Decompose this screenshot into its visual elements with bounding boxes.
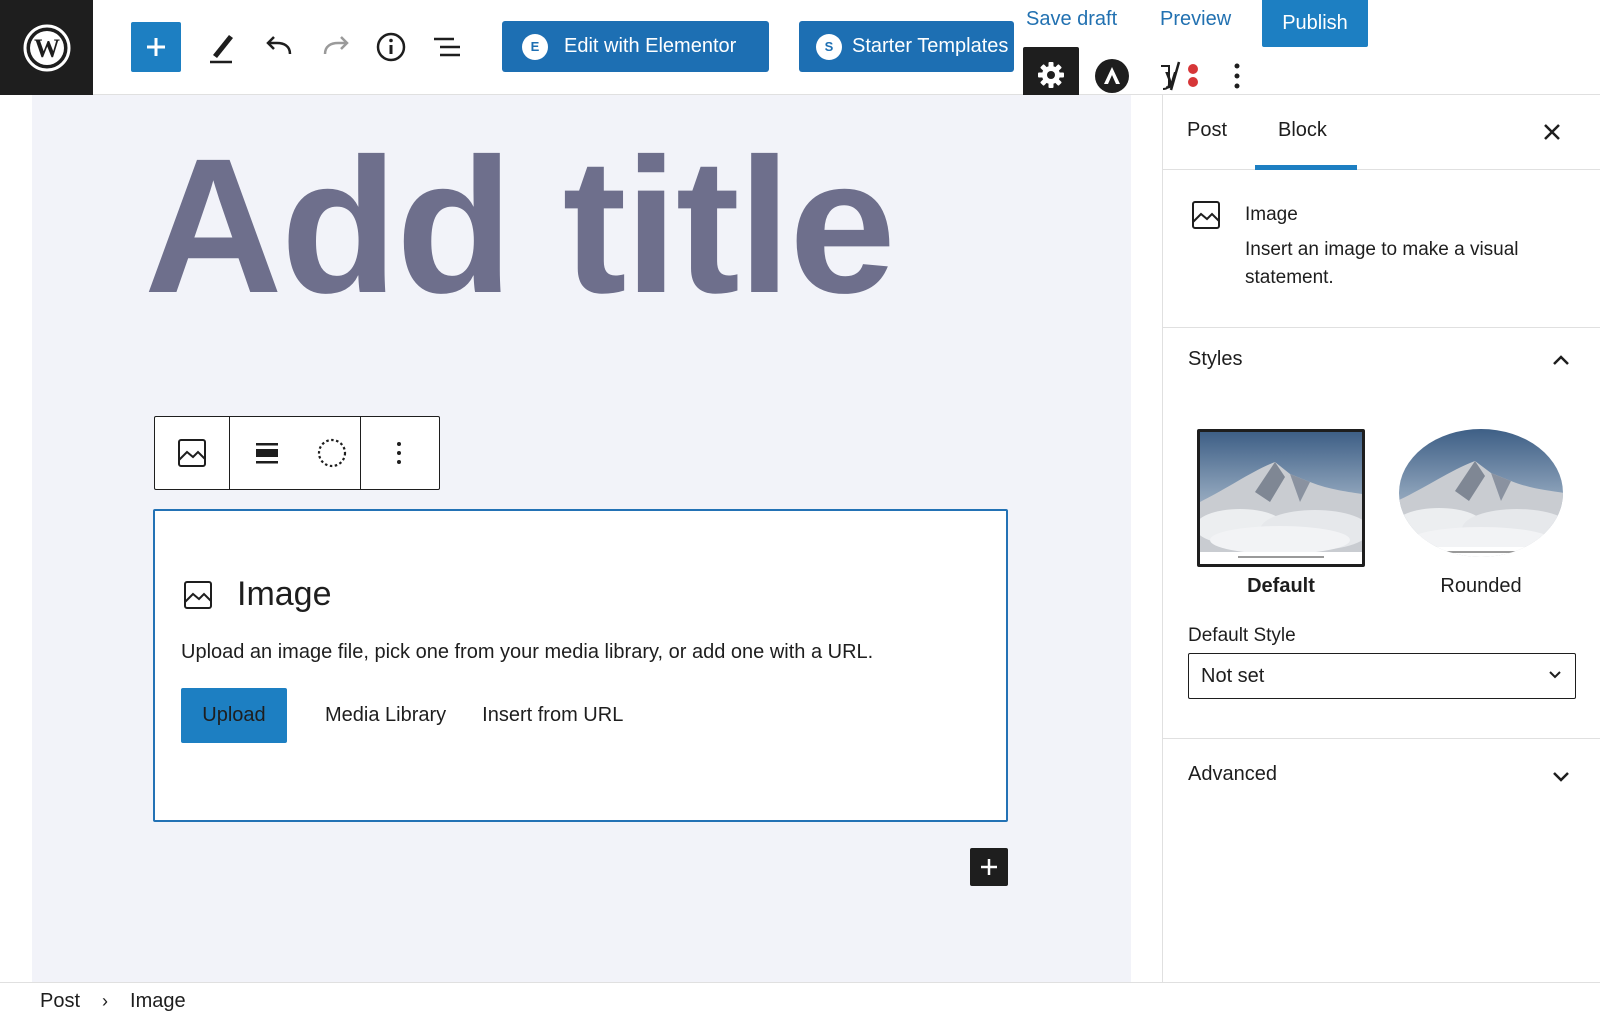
align-button[interactable] <box>230 417 304 489</box>
sidebar-tabs: Post Block <box>1163 95 1600 170</box>
upload-label: Upload <box>202 704 266 726</box>
more-vertical-icon <box>397 442 401 464</box>
image-block-title: Image <box>237 575 332 613</box>
plus-icon <box>147 38 165 56</box>
media-library-button[interactable]: Media Library <box>315 704 456 727</box>
settings-sidebar: Post Block Image Insert an image to make… <box>1162 95 1600 982</box>
duotone-circle-icon <box>317 438 347 468</box>
image-block-header: Image <box>183 575 332 614</box>
save-draft-button[interactable]: Save draft <box>1026 8 1117 31</box>
list-view-icon <box>434 37 460 57</box>
starter-templates-icon: S <box>816 33 842 60</box>
wordpress-icon: W <box>23 24 70 71</box>
block-toolbar <box>154 416 440 490</box>
block-inserter-button[interactable] <box>970 848 1008 886</box>
mountain-image-thumbnail <box>1200 432 1362 564</box>
edit-with-elementor-label: Edit with Elementor <box>564 35 737 57</box>
image-icon <box>184 580 212 609</box>
svg-text:W: W <box>34 34 60 63</box>
plus-icon <box>981 859 997 875</box>
image-block-placeholder[interactable]: Image Upload an image file, pick one fro… <box>153 509 1008 822</box>
undo-button[interactable] <box>259 27 299 67</box>
block-toolbar-group-options <box>361 417 437 489</box>
duotone-button[interactable] <box>304 417 360 489</box>
preview-button[interactable]: Preview <box>1160 8 1231 31</box>
tab-post[interactable]: Post <box>1187 119 1227 142</box>
astra-settings-button[interactable] <box>1092 56 1132 96</box>
style-option-default-label: Default <box>1247 575 1315 597</box>
pencil-icon <box>210 35 233 64</box>
image-icon <box>178 439 206 467</box>
image-block-actions: Upload Media Library Insert from URL <box>181 688 633 743</box>
tab-block[interactable]: Block <box>1278 119 1327 142</box>
style-option-rounded-label: Rounded <box>1440 575 1522 597</box>
image-block-instructions: Upload an image file, pick one from your… <box>181 641 874 663</box>
gear-icon <box>1038 62 1064 88</box>
mountain-image-thumbnail <box>1399 429 1563 557</box>
editor-header: W E Edit with Elementor S Starter Templa… <box>0 0 1600 103</box>
align-center-icon <box>256 443 278 464</box>
wordpress-logo-button[interactable]: W <box>0 0 93 95</box>
block-card: Image Insert an image to make a visual s… <box>1163 170 1600 328</box>
breadcrumb-separator-icon: › <box>102 991 109 1011</box>
default-style-value: Not set <box>1201 664 1265 687</box>
style-option-rounded[interactable] <box>1397 429 1565 567</box>
block-options-button[interactable] <box>361 417 437 489</box>
details-button[interactable] <box>371 27 411 67</box>
more-vertical-icon <box>1234 63 1240 89</box>
style-option-default[interactable] <box>1197 429 1365 567</box>
breadcrumb-item-post[interactable]: Post <box>40 990 80 1013</box>
insert-from-url-button[interactable]: Insert from URL <box>472 704 633 727</box>
breadcrumb-item-image: Image <box>130 990 186 1012</box>
panel-divider <box>1163 738 1600 739</box>
upload-button[interactable]: Upload <box>181 688 287 743</box>
chevron-down-icon <box>1553 772 1569 782</box>
publish-button[interactable]: Publish <box>1262 0 1368 47</box>
default-style-label: Default Style <box>1188 625 1296 646</box>
advanced-panel-title[interactable]: Advanced <box>1188 763 1277 786</box>
styles-panel-toggle[interactable] <box>1549 348 1573 372</box>
default-style-select[interactable]: Not set <box>1188 653 1576 699</box>
transform-block-button[interactable] <box>155 417 229 489</box>
chevron-down-icon <box>1549 671 1561 679</box>
close-icon <box>1544 124 1560 140</box>
elementor-icon: E <box>522 33 548 60</box>
edit-with-elementor-button[interactable]: E Edit with Elementor <box>502 21 769 72</box>
list-view-button[interactable] <box>427 27 467 67</box>
redo-button[interactable] <box>316 27 356 67</box>
block-toolbar-group-type <box>155 417 230 489</box>
advanced-panel-toggle[interactable] <box>1549 765 1573 789</box>
block-card-description: Insert an image to make a visual stateme… <box>1245 239 1519 288</box>
styles-panel-title[interactable]: Styles <box>1188 348 1242 371</box>
image-icon <box>1192 201 1220 229</box>
info-icon <box>376 32 406 62</box>
post-title-input[interactable]: Add title <box>144 130 896 322</box>
chevron-up-icon <box>1553 355 1569 365</box>
publish-label: Publish <box>1282 12 1348 34</box>
redo-icon <box>323 36 349 55</box>
add-block-button[interactable] <box>131 22 181 72</box>
edit-tools-button[interactable] <box>202 27 242 67</box>
block-toolbar-group-align <box>230 417 361 489</box>
starter-templates-label: Starter Templates <box>852 35 1009 57</box>
yoast-seo-button[interactable]: y <box>1156 56 1204 96</box>
yoast-icon: y <box>1161 61 1198 91</box>
block-card-title: Image <box>1245 204 1298 225</box>
block-breadcrumb: Post › Image <box>0 982 1600 1020</box>
astra-icon <box>1095 59 1129 93</box>
close-sidebar-button[interactable] <box>1537 117 1567 147</box>
starter-templates-button[interactable]: S Starter Templates <box>799 21 1014 72</box>
options-button[interactable] <box>1217 56 1257 96</box>
undo-icon <box>266 36 292 55</box>
